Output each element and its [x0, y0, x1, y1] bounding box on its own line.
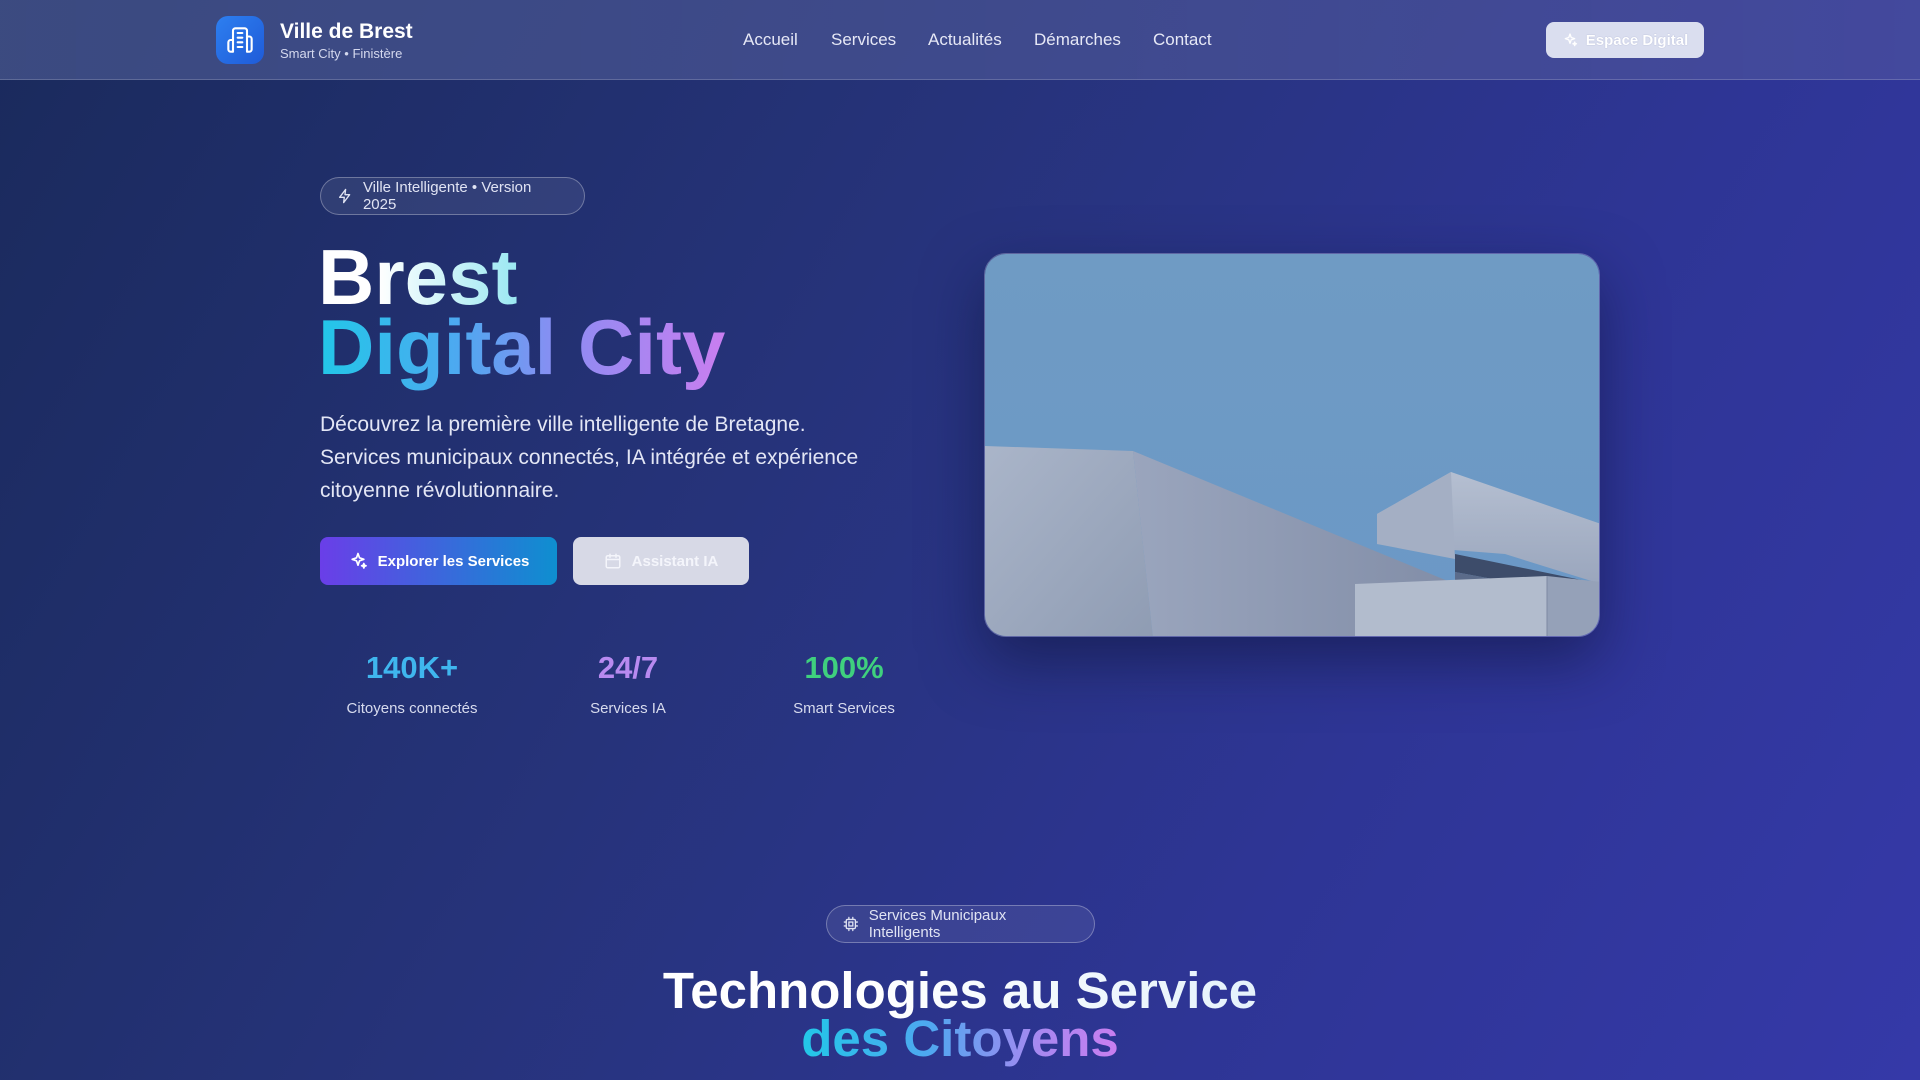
- hero-badge-label: Ville Intelligente • Version 2025: [362, 179, 532, 213]
- nav-demarches[interactable]: Démarches: [1034, 30, 1121, 50]
- chip-icon: [843, 916, 859, 932]
- hero-image: [984, 253, 1600, 637]
- explore-services-button[interactable]: Explorer les Services: [320, 537, 557, 585]
- stat-ia: 24/7 Services IA: [538, 648, 718, 717]
- stat-label: Services IA: [590, 700, 666, 717]
- explore-services-label: Explorer les Services: [377, 552, 530, 570]
- espace-digital-button[interactable]: Espace Digital: [1546, 22, 1704, 58]
- lightning-icon: [338, 188, 351, 204]
- hero-description: Découvrez la première ville intelligente…: [320, 413, 859, 502]
- assistant-ia-label: Assistant IA: [631, 552, 719, 570]
- stat-label: Citoyens connectés: [346, 700, 478, 717]
- stat-label: Smart Services: [793, 700, 895, 717]
- stat-citizens: 140K+ Citoyens connectés: [322, 648, 502, 717]
- nav-services[interactable]: Services: [831, 30, 896, 50]
- assistant-ia-button[interactable]: Assistant IA: [573, 537, 749, 585]
- section-title-line2: des Citoyens: [801, 1010, 1119, 1067]
- calendar-icon: [605, 553, 621, 569]
- site-header: Ville de Brest Smart City • Finistère Ac…: [0, 0, 1920, 80]
- nav-contact[interactable]: Contact: [1153, 30, 1212, 50]
- stat-value: 100%: [804, 650, 884, 685]
- sparkles-icon: [1564, 33, 1577, 47]
- espace-digital-label: Espace Digital: [1585, 31, 1689, 49]
- stat-smart: 100% Smart Services: [754, 648, 934, 717]
- sparkles-icon: [350, 552, 367, 569]
- stat-value: 140K+: [365, 650, 459, 685]
- stat-value: 24/7: [597, 650, 659, 685]
- nav-accueil[interactable]: Accueil: [743, 30, 798, 50]
- hero-title-line2: Digital City: [318, 303, 726, 391]
- services-badge: Services Municipaux Intelligents: [826, 905, 1095, 943]
- hero-badge: Ville Intelligente • Version 2025: [320, 177, 585, 215]
- services-badge-label: Services Municipaux Intelligents: [868, 907, 1007, 941]
- section-title-line2-wrap: des Citoyens: [0, 1010, 1920, 1068]
- concrete-architecture-photo: [985, 254, 1599, 636]
- nav-actualites[interactable]: Actualités: [928, 30, 1002, 50]
